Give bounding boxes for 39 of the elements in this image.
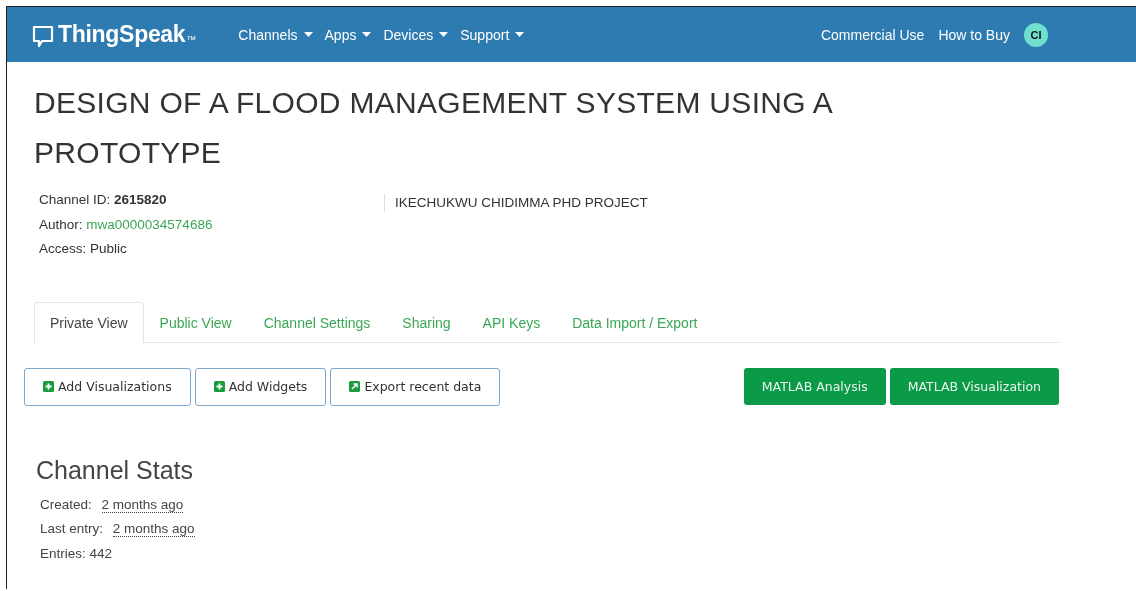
nav-link[interactable]: How to Buy <box>938 26 1010 43</box>
tab[interactable]: Data Import / Export <box>556 301 714 343</box>
tab[interactable]: API Keys <box>466 301 557 343</box>
speech-bubble-icon <box>32 24 54 49</box>
stat-value: 2 months ago <box>101 496 184 513</box>
nav-menu[interactable]: Devices <box>383 26 449 43</box>
plus-icon <box>43 381 54 392</box>
tab[interactable]: Channel Settings <box>247 301 387 343</box>
meta-value: Public <box>90 241 127 256</box>
nav-link[interactable]: Commercial Use <box>820 26 925 43</box>
channel-title: DESIGN OF A FLOOD MANAGEMENT SYSTEM USING A PROTOTYPE <box>34 85 833 171</box>
meta-label: Author: <box>39 216 83 232</box>
plus-icon <box>213 381 225 392</box>
nav-menu[interactable]: Channels <box>238 26 313 43</box>
matlab-button[interactable]: MATLAB Visualization <box>889 367 1059 405</box>
section-heading: Channel Stats <box>36 455 195 485</box>
action-button[interactable]: Add Widgets <box>194 367 327 406</box>
arrow-icon <box>349 381 361 392</box>
channel-description: IKECHUKWU CHIDIMMA PHD PROJECT <box>384 194 648 212</box>
meta-label: Channel ID: <box>39 192 111 207</box>
tab[interactable]: Sharing <box>386 301 467 343</box>
meta-value: 2615820 <box>114 192 167 207</box>
author-link[interactable]: mwa0000034574686 <box>86 216 213 232</box>
action-button[interactable]: Export recent data <box>330 367 501 406</box>
stat-value: 442 <box>89 545 113 561</box>
user-avatar[interactable]: CI <box>1024 22 1048 47</box>
trademark-mark: ™ <box>186 33 197 45</box>
meta-label: Access: <box>39 241 87 256</box>
logo-link[interactable]: ThingSpeak™ <box>32 20 197 49</box>
tab[interactable]: Public View <box>143 301 248 343</box>
nav-menu[interactable]: Support <box>460 26 525 43</box>
action-button[interactable]: Add Visualizations <box>24 367 191 406</box>
stat-label: Created: <box>40 496 92 512</box>
stat-label: Entries: <box>40 545 86 561</box>
nav-menu[interactable]: Apps <box>324 26 372 43</box>
tab[interactable]: Private View <box>34 301 144 343</box>
stat-label: Last entry: <box>40 521 104 536</box>
matlab-button[interactable]: MATLAB Analysis <box>743 367 886 405</box>
stat-value: 2 months ago <box>112 521 195 537</box>
